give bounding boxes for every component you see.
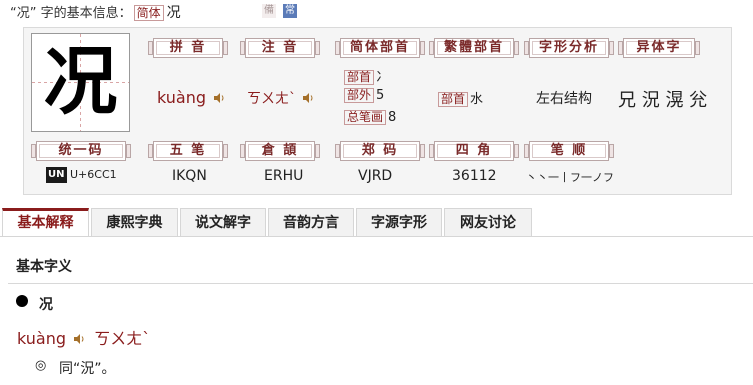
unicode-logo: UN [46, 167, 67, 183]
label-pinyin: 拼 音 [148, 38, 228, 58]
outer-value: 5 [376, 88, 385, 103]
label-trad-radical: 繁體部首 [429, 38, 519, 58]
variants-value[interactable]: 兄 況 滉 兊 [618, 86, 707, 112]
unicode-cell: UN U+6CC1 [46, 167, 117, 183]
pinyin-value: kuàng [157, 88, 207, 107]
common-char-badge: 常 [283, 4, 297, 18]
label-simp-radical: 简体部首 [335, 38, 425, 58]
tab-discussion[interactable]: 网友讨论 [444, 208, 532, 236]
pinyin-cell: kuàng [157, 88, 225, 107]
speaker-icon[interactable] [73, 333, 85, 345]
char-grid-box: 况 [31, 33, 130, 132]
outer-strokes-row: 部外 5 [344, 88, 384, 103]
label-variants: 异体字 [618, 38, 700, 58]
entry-pinyin: kuàng [17, 329, 67, 348]
section-title: 基本字义 [16, 259, 72, 275]
tab-shuowen[interactable]: 说文解字 [180, 208, 266, 236]
definition-bullet-icon: ◎ [35, 358, 47, 373]
trad-radical-row: 部首水 [438, 88, 483, 107]
label-zhengma: 郑 码 [335, 141, 425, 161]
zhengma-value: VJRD [358, 168, 393, 184]
bullet-dot-icon [16, 295, 28, 307]
entry-pronunciation: kuàng ㄎㄨㄤˋ [17, 325, 150, 349]
entry-char: 况 [39, 297, 53, 313]
label-bishun: 笔 顺 [524, 141, 614, 161]
total-value: 8 [388, 110, 397, 125]
speaker-icon[interactable] [213, 92, 225, 104]
outer-tag: 部外 [344, 88, 375, 103]
simp-radical-row: 部首冫 [344, 66, 389, 85]
trad-radical-tag: 部首 [438, 92, 469, 107]
wubi-value: IKQN [172, 168, 207, 184]
total-tag: 总笔画 [344, 110, 387, 125]
sijiao-value: 36112 [452, 168, 497, 184]
tab-yinyun[interactable]: 音韵方言 [268, 208, 354, 236]
char-info-header: “况” 字的基本信息： 简体况 [10, 3, 181, 23]
label-cangjie: 倉 頡 [240, 141, 320, 161]
header-prefix: “况” 字的基本信息： [10, 6, 132, 21]
label-zhuyin: 注 音 [240, 38, 320, 58]
definition-text: 同“況”。 [59, 361, 116, 377]
zhuyin-value: ㄎㄨㄤˋ [247, 91, 296, 107]
label-structure: 字形分析 [524, 38, 614, 58]
section-divider [8, 283, 753, 284]
label-wubi: 五 笔 [148, 141, 228, 161]
tab-basic[interactable]: 基本解释 [2, 208, 89, 236]
label-sijiao: 四 角 [429, 141, 519, 161]
structure-value: 左右结构 [536, 91, 592, 107]
entry-zhuyin: ㄎㄨㄤˋ [94, 329, 151, 348]
common-char-badge-light: 備 [262, 4, 276, 18]
tab-ziyuan[interactable]: 字源字形 [356, 208, 442, 236]
tab-divider [0, 236, 753, 237]
radical-tag: 部首 [344, 70, 375, 85]
trad-radical-value: 水 [470, 92, 484, 107]
big-character: 况 [43, 39, 118, 125]
header-char: 况 [166, 5, 181, 21]
zhuyin-cell: ㄎㄨㄤˋ [247, 88, 314, 108]
total-strokes-row: 总笔画 8 [344, 110, 396, 125]
tab-kangxi[interactable]: 康熙字典 [91, 208, 178, 236]
bishun-value: 丶丶一丨フ一ノフ [526, 171, 614, 184]
speaker-icon[interactable] [302, 92, 314, 104]
simplified-tag[interactable]: 简体 [133, 5, 164, 21]
label-unicode: 统一码 [31, 141, 131, 161]
cangjie-value: ERHU [264, 168, 304, 184]
unicode-value: U+6CC1 [70, 168, 117, 181]
radical-value: 冫 [376, 70, 390, 85]
